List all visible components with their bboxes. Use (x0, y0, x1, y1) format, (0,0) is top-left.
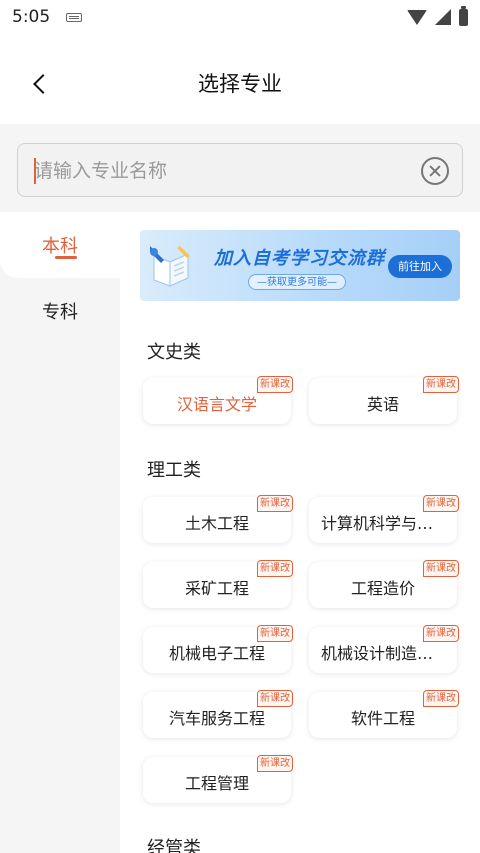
banner-title: 加入自考学习交流群 (214, 248, 385, 269)
major-card[interactable]: 汽车服务工程 新课改 (143, 690, 293, 738)
new-curriculum-badge: 新课改 (257, 376, 293, 393)
nav-bar: 选择专业 (0, 34, 480, 124)
major-label: 汽车服务工程 (168, 709, 265, 728)
wifi-icon (407, 9, 427, 25)
new-curriculum-badge: 新课改 (257, 690, 293, 707)
tab-active-indicator (55, 256, 77, 259)
major-card[interactable]: 工程造价 新课改 (309, 560, 459, 608)
search-input[interactable] (34, 156, 414, 186)
new-curriculum-badge: 新课改 (423, 376, 459, 393)
text-cursor (34, 158, 36, 184)
tab-zhuanke[interactable]: 专科 (0, 278, 120, 344)
new-curriculum-badge: 新课改 (257, 495, 293, 512)
new-curriculum-badge: 新课改 (423, 625, 459, 642)
new-curriculum-badge: 新课改 (423, 560, 459, 577)
new-curriculum-badge: 新课改 (423, 495, 459, 512)
major-card[interactable]: 工程管理 新课改 (143, 755, 293, 803)
major-label: 工程造价 (350, 579, 415, 598)
join-button[interactable]: 前往加入 (388, 255, 452, 278)
study-group-banner[interactable]: 加入自考学习交流群 —获取更多可能— 前往加入 (140, 230, 460, 301)
major-card[interactable]: 英语 新课改 (309, 376, 459, 424)
major-card[interactable]: 机械电子工程 新课改 (143, 625, 293, 673)
major-card[interactable]: 采矿工程 新课改 (143, 560, 293, 608)
status-icons (407, 5, 468, 26)
keyboard-icon (66, 12, 83, 22)
section-title: 理工类 (147, 460, 201, 481)
major-card[interactable]: 土木工程 新课改 (143, 495, 293, 543)
major-card[interactable]: 汉语言文学 新课改 (143, 376, 293, 424)
major-label: 计算机科学与技... (321, 514, 449, 533)
banner-subtitle: —获取更多可能— (248, 274, 346, 290)
new-curriculum-badge: 新课改 (257, 755, 293, 772)
major-card[interactable]: 软件工程 新课改 (309, 690, 459, 738)
side-tabs: 本科 专科 (0, 212, 120, 344)
page-title: 选择专业 (198, 72, 282, 96)
tab-label: 专科 (42, 302, 78, 323)
major-label: 工程管理 (184, 774, 249, 793)
major-card[interactable]: 计算机科学与技... 新课改 (309, 495, 459, 543)
major-label: 采矿工程 (184, 579, 249, 598)
new-curriculum-badge: 新课改 (423, 690, 459, 707)
major-label: 机械设计制造及... (321, 644, 449, 663)
book-icon (150, 246, 190, 287)
status-bar: 5:05 (0, 0, 480, 34)
major-card[interactable]: 机械设计制造及... 新课改 (309, 625, 459, 673)
major-list: 加入自考学习交流群 —获取更多可能— 前往加入 文史类 汉语言文学 新课改 英语… (120, 212, 480, 853)
battery-icon (459, 5, 468, 26)
major-label: 机械电子工程 (168, 644, 265, 663)
search-box (17, 143, 463, 197)
clear-icon[interactable] (421, 157, 449, 185)
tab-label: 本科 (42, 236, 78, 257)
major-label: 软件工程 (350, 709, 415, 728)
major-label: 英语 (366, 395, 399, 414)
new-curriculum-badge: 新课改 (257, 560, 293, 577)
section-title: 文史类 (147, 342, 201, 363)
major-label: 土木工程 (184, 514, 249, 533)
new-curriculum-badge: 新课改 (257, 625, 293, 642)
section-title: 经管类 (147, 838, 201, 853)
signal-icon (435, 9, 451, 25)
major-label: 汉语言文学 (176, 395, 257, 414)
status-time: 5:05 (12, 7, 51, 27)
tab-benke[interactable]: 本科 (0, 212, 120, 278)
